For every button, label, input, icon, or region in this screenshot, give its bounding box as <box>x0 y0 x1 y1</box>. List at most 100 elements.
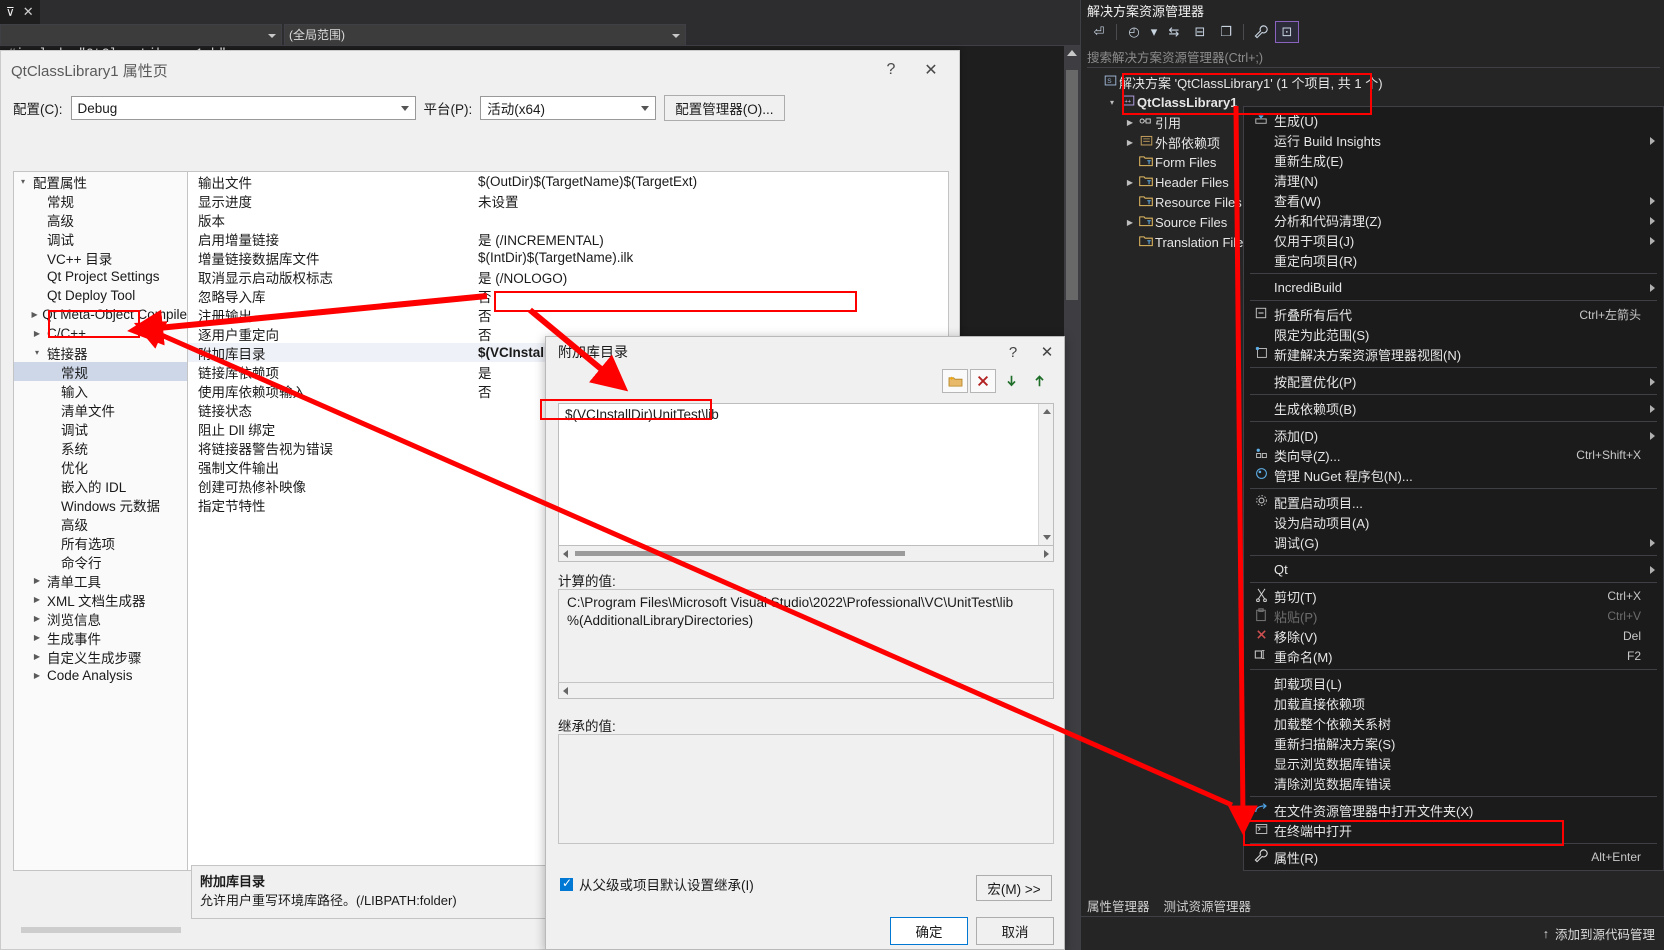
property-tree-item-15[interactable]: 优化 <box>14 457 187 476</box>
context-menu-item-26[interactable]: 加载直接依赖项 <box>1244 693 1663 713</box>
back-to-code-icon[interactable]: ⏎ <box>1087 21 1111 43</box>
context-menu-item-28[interactable]: 重新扫描解决方案(S) <box>1244 733 1663 753</box>
property-row-value[interactable]: 是 (/NOLOGO) <box>478 267 948 287</box>
preview-selected-items-icon[interactable]: ⊡ <box>1275 21 1299 43</box>
scroll-up-icon[interactable] <box>1043 409 1051 414</box>
tree-expander-icon[interactable]: ▶ <box>30 329 44 338</box>
evaluated-horizontal-scrollbar[interactable] <box>558 683 1054 699</box>
context-menu-item-13[interactable]: 生成依赖项(B) <box>1244 398 1663 418</box>
scrollbar-thumb[interactable] <box>575 551 905 556</box>
context-menu-item-32[interactable]: 在终端中打开 <box>1244 820 1663 840</box>
property-tree-item-26[interactable]: ▶ Code Analysis <box>14 666 187 685</box>
list-item[interactable]: $(VCInstallDir)UnitTest\lib <box>559 404 1053 424</box>
scroll-left-icon[interactable] <box>563 687 568 695</box>
navbar-member-dropdown[interactable]: (全局范围) <box>284 23 686 46</box>
tree-expander-icon[interactable]: ▾ <box>30 348 44 357</box>
context-menu-item-23[interactable]: 移除(V) Del <box>1244 626 1663 646</box>
tab-pin-icon[interactable]: ⊽ <box>6 5 15 19</box>
help-icon[interactable]: ? <box>996 338 1030 366</box>
property-tree-item-18[interactable]: 高级 <box>14 514 187 533</box>
scrollbar-thumb[interactable] <box>1066 70 1078 300</box>
context-menu-item-31[interactable]: 在文件资源管理器中打开文件夹(X) <box>1244 800 1663 820</box>
editor-vertical-scrollbar[interactable] <box>1064 46 1080 950</box>
property-tree-item-2[interactable]: 高级 <box>14 210 187 229</box>
context-menu-item-19[interactable]: 调试(G) <box>1244 532 1663 552</box>
navbar-type-dropdown[interactable] <box>0 23 282 46</box>
collapse-all-icon[interactable]: ⊟ <box>1188 21 1212 43</box>
context-menu-item-0[interactable]: 生成(U) <box>1244 110 1663 130</box>
context-menu-item-4[interactable]: 查看(W) <box>1244 190 1663 210</box>
macros-button[interactable]: 宏(M) >> <box>976 875 1052 901</box>
property-tree-item-10[interactable]: 常规 <box>14 362 187 381</box>
context-menu-item-21[interactable]: 剪切(T) Ctrl+X <box>1244 586 1663 606</box>
context-menu-item-10[interactable]: 限定为此范围(S) <box>1244 324 1663 344</box>
list-vertical-scrollbar[interactable] <box>1038 404 1053 545</box>
context-menu-item-33[interactable]: 属性(R) Alt+Enter <box>1244 847 1663 867</box>
tab-property-manager[interactable]: 属性管理器 <box>1087 896 1150 915</box>
configuration-manager-button[interactable]: 配置管理器(O)... <box>664 95 785 121</box>
property-tree-item-6[interactable]: Qt Deploy Tool <box>14 286 187 305</box>
context-menu-item-12[interactable]: 按配置优化(P) <box>1244 371 1663 391</box>
tree-expander-icon[interactable]: ▶ <box>1123 138 1137 147</box>
cancel-button[interactable]: 取消 <box>976 917 1054 945</box>
tree-expander-icon[interactable]: ▶ <box>30 633 44 642</box>
solution-explorer-search-input[interactable]: 搜索解决方案资源管理器(Ctrl+;) <box>1087 46 1660 68</box>
pending-changes-dropdown-icon[interactable]: ▾ <box>1148 21 1160 43</box>
sync-with-active-document-icon[interactable]: ⇆ <box>1162 21 1186 43</box>
inherit-checkbox[interactable] <box>560 876 573 891</box>
context-menu-item-8[interactable]: IncrediBuild <box>1244 277 1663 297</box>
property-tree-item-17[interactable]: Windows 元数据 <box>14 495 187 514</box>
tree-expander-icon[interactable]: ▾ <box>1105 98 1119 107</box>
tree-expander-icon[interactable]: ▶ <box>1123 218 1137 227</box>
context-menu-item-5[interactable]: 分析和代码清理(Z) <box>1244 210 1663 230</box>
property-tree-item-3[interactable]: 调试 <box>14 229 187 248</box>
configuration-dropdown[interactable]: Debug <box>70 96 416 120</box>
property-row-1[interactable]: 显示进度 未设置 <box>188 191 948 210</box>
scroll-down-icon[interactable] <box>1043 535 1051 540</box>
property-tree-item-5[interactable]: Qt Project Settings <box>14 267 187 286</box>
property-tree-item-19[interactable]: 所有选项 <box>14 533 187 552</box>
property-tree-item-4[interactable]: VC++ 目录 <box>14 248 187 267</box>
property-row-value[interactable]: 否 <box>478 286 948 306</box>
property-tree-item-8[interactable]: ▶ C/C++ <box>14 324 187 343</box>
tree-expander-icon[interactable]: ▶ <box>1123 178 1137 187</box>
scroll-left-icon[interactable] <box>563 550 568 558</box>
delete-icon[interactable] <box>970 369 996 393</box>
property-row-5[interactable]: 取消显示启动版权标志 是 (/NOLOGO) <box>188 267 948 286</box>
context-menu-item-27[interactable]: 加载整个依赖关系树 <box>1244 713 1663 733</box>
tree-item-0[interactable]: S 解决方案 'QtClassLibrary1' (1 个项目, 共 1 个) <box>1081 72 1664 92</box>
scroll-up-icon[interactable] <box>1067 50 1077 56</box>
context-menu-item-7[interactable]: 重定向项目(R) <box>1244 250 1663 270</box>
library-directories-list[interactable]: $(VCInstallDir)UnitTest\lib <box>558 403 1054 546</box>
property-row-3[interactable]: 启用增量链接 是 (/INCREMENTAL) <box>188 229 948 248</box>
property-tree-item-1[interactable]: 常规 <box>14 191 187 210</box>
move-down-icon[interactable] <box>998 369 1024 393</box>
move-up-icon[interactable] <box>1026 369 1052 393</box>
property-row-0[interactable]: 输出文件 $(OutDir)$(TargetName)$(TargetExt) <box>188 172 948 191</box>
context-menu-item-25[interactable]: 卸载项目(L) <box>1244 673 1663 693</box>
properties-icon[interactable] <box>1249 21 1273 43</box>
context-menu-item-16[interactable]: 管理 NuGet 程序包(N)... <box>1244 465 1663 485</box>
show-all-files-icon[interactable]: ❐ <box>1214 21 1238 43</box>
tab-close-icon[interactable]: ✕ <box>23 4 34 20</box>
property-row-value[interactable]: $(OutDir)$(TargetName)$(TargetExt) <box>478 174 948 189</box>
close-icon[interactable]: ✕ <box>911 55 951 85</box>
context-menu-item-3[interactable]: 清理(N) <box>1244 170 1663 190</box>
context-menu-item-18[interactable]: 设为启动项目(A) <box>1244 512 1663 532</box>
property-row-6[interactable]: 忽略导入库 否 <box>188 286 948 305</box>
tree-expander-icon[interactable]: ▶ <box>30 671 44 680</box>
pending-changes-icon[interactable]: ◴ <box>1122 21 1146 43</box>
property-tree-item-21[interactable]: ▶ 清单工具 <box>14 571 187 590</box>
property-row-value[interactable]: 是 (/INCREMENTAL) <box>478 229 948 249</box>
context-menu-item-15[interactable]: 类向导(Z)... Ctrl+Shift+X <box>1244 445 1663 465</box>
property-row-4[interactable]: 增量链接数据库文件 $(IntDir)$(TargetName).ilk <box>188 248 948 267</box>
property-tree-item-0[interactable]: ▾ 配置属性 <box>14 172 187 191</box>
property-row-value[interactable]: 未设置 <box>478 191 948 211</box>
platform-dropdown[interactable]: 活动(x64) <box>480 96 657 120</box>
inherit-checkbox-row[interactable]: 从父级或项目默认设置继承(I) <box>560 874 754 894</box>
context-menu-item-24[interactable]: 重命名(M) F2 <box>1244 646 1663 666</box>
context-menu-item-11[interactable]: 新建解决方案资源管理器视图(N) <box>1244 344 1663 364</box>
editor-tab-active[interactable]: ⊽ ✕ <box>0 0 40 24</box>
property-row-7[interactable]: 注册输出 否 <box>188 305 948 324</box>
context-menu-item-2[interactable]: 重新生成(E) <box>1244 150 1663 170</box>
